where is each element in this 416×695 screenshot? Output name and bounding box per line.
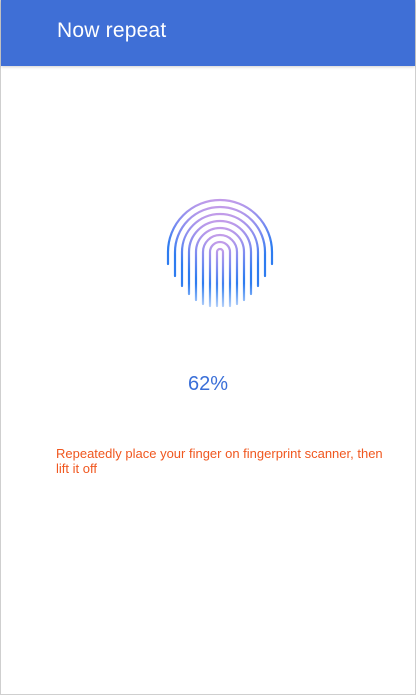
enrollment-progress-text: 62% (187, 373, 229, 395)
fingerprint-enroll-screen: Now repeat 62% Repeatedly place your fin… (0, 0, 416, 695)
fingerprint-icon (160, 190, 280, 320)
app-bar-title: Now repeat (57, 19, 167, 42)
enrollment-hint-text: Repeatedly place your finger on fingerpr… (56, 446, 383, 476)
app-bar: Now repeat (1, 0, 415, 66)
